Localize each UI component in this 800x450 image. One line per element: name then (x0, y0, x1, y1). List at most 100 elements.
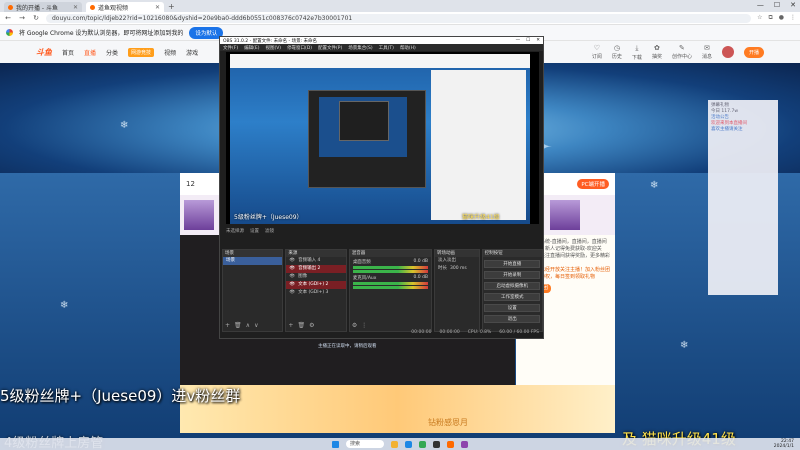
settings-button[interactable]: 设置 (484, 304, 541, 312)
windows-start-icon[interactable] (332, 440, 339, 448)
mixer-channel: 麦克风/Aux 0.0 dB (350, 275, 431, 281)
menu-icon[interactable]: ⋮ (790, 14, 796, 22)
source-item[interactable]: 👁 文本 (GDI+) 2 (286, 281, 346, 289)
transition-select[interactable]: 淡入淡出 (435, 257, 479, 265)
star-icon[interactable]: ☆ (757, 14, 762, 22)
source-label: 文本 (GDI+) 3 (298, 290, 329, 295)
eye-icon[interactable]: 👁 (289, 281, 295, 289)
remove-icon[interactable]: 🗑 (234, 322, 242, 329)
eye-icon[interactable]: 👁 (289, 265, 295, 273)
app-icon[interactable] (461, 440, 468, 448)
pc-broadcast-badge[interactable]: PC端开播 (577, 179, 609, 189)
more-icon[interactable]: ⋮ (361, 322, 367, 329)
back-icon[interactable]: ← (4, 14, 12, 22)
remove-icon[interactable]: 🗑 (297, 322, 305, 329)
file-explorer-icon[interactable] (391, 440, 398, 448)
nav-home[interactable]: 首页 (62, 48, 74, 57)
volume-slider[interactable] (352, 270, 429, 273)
extensions-icon[interactable]: ⧉ (768, 14, 772, 22)
close-icon[interactable]: ✕ (73, 4, 78, 11)
add-icon[interactable]: + (288, 322, 293, 329)
close-icon[interactable]: ✕ (155, 4, 160, 11)
nav-badge[interactable]: 网游竞技 (128, 47, 155, 57)
menu-tools[interactable]: 工具(T) (379, 45, 394, 51)
nav-category[interactable]: 分类 (106, 48, 118, 57)
sources-dock: 来源 👁 音频输入 4 👁 音频输出 2 👁 图像 👁 文本 (GDI+) 2 👁 文本 … (285, 249, 347, 332)
source-item[interactable]: 👁 音频输出 2 (286, 265, 346, 273)
menu-help[interactable]: 帮助(H) (400, 45, 416, 51)
maximize-button[interactable]: ☐ (774, 1, 780, 9)
history-action[interactable]: ◷ 历史 (612, 44, 622, 60)
duration-row: 时长 300 ms (435, 265, 479, 273)
start-streaming-button[interactable]: 开始直播 (484, 260, 541, 268)
avatar[interactable] (721, 46, 734, 58)
menu-view[interactable]: 视图(V) (265, 45, 281, 51)
eye-icon[interactable]: 👁 (289, 289, 295, 297)
move-up-icon[interactable]: ∧ (246, 322, 250, 329)
url-input[interactable]: douyu.com/topic/ldjeb22?rid=10216080&dys… (46, 13, 752, 23)
menu-profile[interactable]: 配置文件(P) (318, 45, 342, 51)
creator-action[interactable]: ✎ 创作中心 (672, 44, 692, 60)
virtual-camera-button[interactable]: 启动虚拟摄像机 (484, 282, 541, 290)
source-item[interactable]: 👁 文本 (GDI+) 3 (286, 289, 345, 297)
source-item[interactable]: 👁 图像 (286, 273, 345, 281)
scenes-dock-title: 场景 (223, 250, 283, 257)
douyu-logo[interactable]: 斗鱼 (36, 47, 52, 58)
gear-icon[interactable]: ⚙ (309, 322, 314, 329)
stream-time: 00:00:00 (411, 330, 432, 335)
profile-icon[interactable]: ● (779, 14, 784, 22)
lottery-action[interactable]: ✿ 抽奖 (652, 44, 662, 60)
subscribe-action[interactable]: ♡ 订阅 (592, 44, 602, 60)
duration-label: 时长 (438, 266, 448, 271)
channel-name: 麦克风/Aux (352, 276, 377, 281)
maximize-button[interactable]: ☐ (526, 38, 530, 43)
chrome-icon[interactable] (419, 440, 426, 448)
duration-input[interactable]: 300 ms (450, 265, 467, 273)
obs-icon[interactable] (433, 440, 440, 448)
properties-button[interactable]: 设置 (250, 228, 259, 234)
anchor-thumbnail[interactable] (184, 200, 214, 230)
gift-bar-title[interactable]: 钻粉感恩月 (428, 417, 468, 428)
infobar-text: 将 Google Chrome 设为默认浏览器，即可将网址添加到我的 (19, 30, 184, 37)
studio-mode-button[interactable]: 工作室模式 (484, 293, 541, 301)
move-down-icon[interactable]: ∨ (254, 322, 258, 329)
nav-video[interactable]: 视频 (164, 48, 176, 57)
nav-live[interactable]: 直播 (84, 48, 96, 57)
scene-item[interactable]: 场景 (223, 257, 283, 265)
start-recording-button[interactable]: 开始录制 (484, 271, 541, 279)
eye-icon[interactable]: 👁 (289, 273, 295, 281)
promo-thumbnail[interactable] (550, 200, 580, 230)
start-broadcast-button[interactable]: 开播 (743, 46, 764, 58)
eye-icon[interactable]: 👁 (289, 257, 295, 265)
download-action[interactable]: ⤓ 下载 (632, 44, 642, 61)
source-item[interactable]: 👁 音频输入 4 (286, 257, 345, 265)
filters-button[interactable]: 滤镜 (265, 228, 274, 234)
new-tab-button[interactable]: + (168, 2, 175, 12)
forward-icon[interactable]: → (18, 14, 26, 22)
menu-file[interactable]: 文件(F) (223, 45, 238, 51)
obs-preview[interactable]: 5级粉丝牌+（Juese09） 猫咪升级41级 (226, 52, 539, 224)
address-bar-icons: ☆ ⧉ ● ⋮ (757, 14, 796, 22)
menu-scene-collection[interactable]: 场景集合(S) (348, 45, 372, 51)
exit-button[interactable]: 退出 (484, 315, 541, 323)
taskbar-search[interactable]: 搜索 (346, 440, 384, 448)
minimize-button[interactable]: — (516, 38, 521, 43)
close-window-button[interactable]: ✕ (536, 38, 540, 43)
close-window-button[interactable]: ✕ (790, 1, 796, 9)
menu-docks[interactable]: 停靠窗口(D) (287, 45, 312, 51)
gear-icon[interactable]: ⚙ (352, 322, 357, 329)
browser-tab-2[interactable]: 道鱼观视频 ✕ (86, 2, 164, 12)
browser-tab-1[interactable]: 我的开播 - 斗鱼 ✕ (4, 2, 82, 12)
menu-edit[interactable]: 编辑(E) (244, 45, 259, 51)
minimize-button[interactable]: — (757, 1, 764, 9)
message-action[interactable]: ✉ 消息 (702, 44, 712, 60)
channel-name: 桌面音频 (352, 260, 371, 265)
taskbar-clock[interactable]: 22:47 2024/1/1 (774, 439, 794, 449)
volume-slider[interactable] (352, 286, 429, 289)
reload-icon[interactable]: ↻ (32, 14, 40, 22)
douyu-icon[interactable] (447, 440, 454, 448)
edge-icon[interactable] (405, 440, 412, 448)
nav-game[interactable]: 游戏 (186, 48, 198, 57)
scenes-dock-toolbar: + 🗑 ∧ ∨ (225, 322, 258, 329)
add-icon[interactable]: + (225, 322, 230, 329)
